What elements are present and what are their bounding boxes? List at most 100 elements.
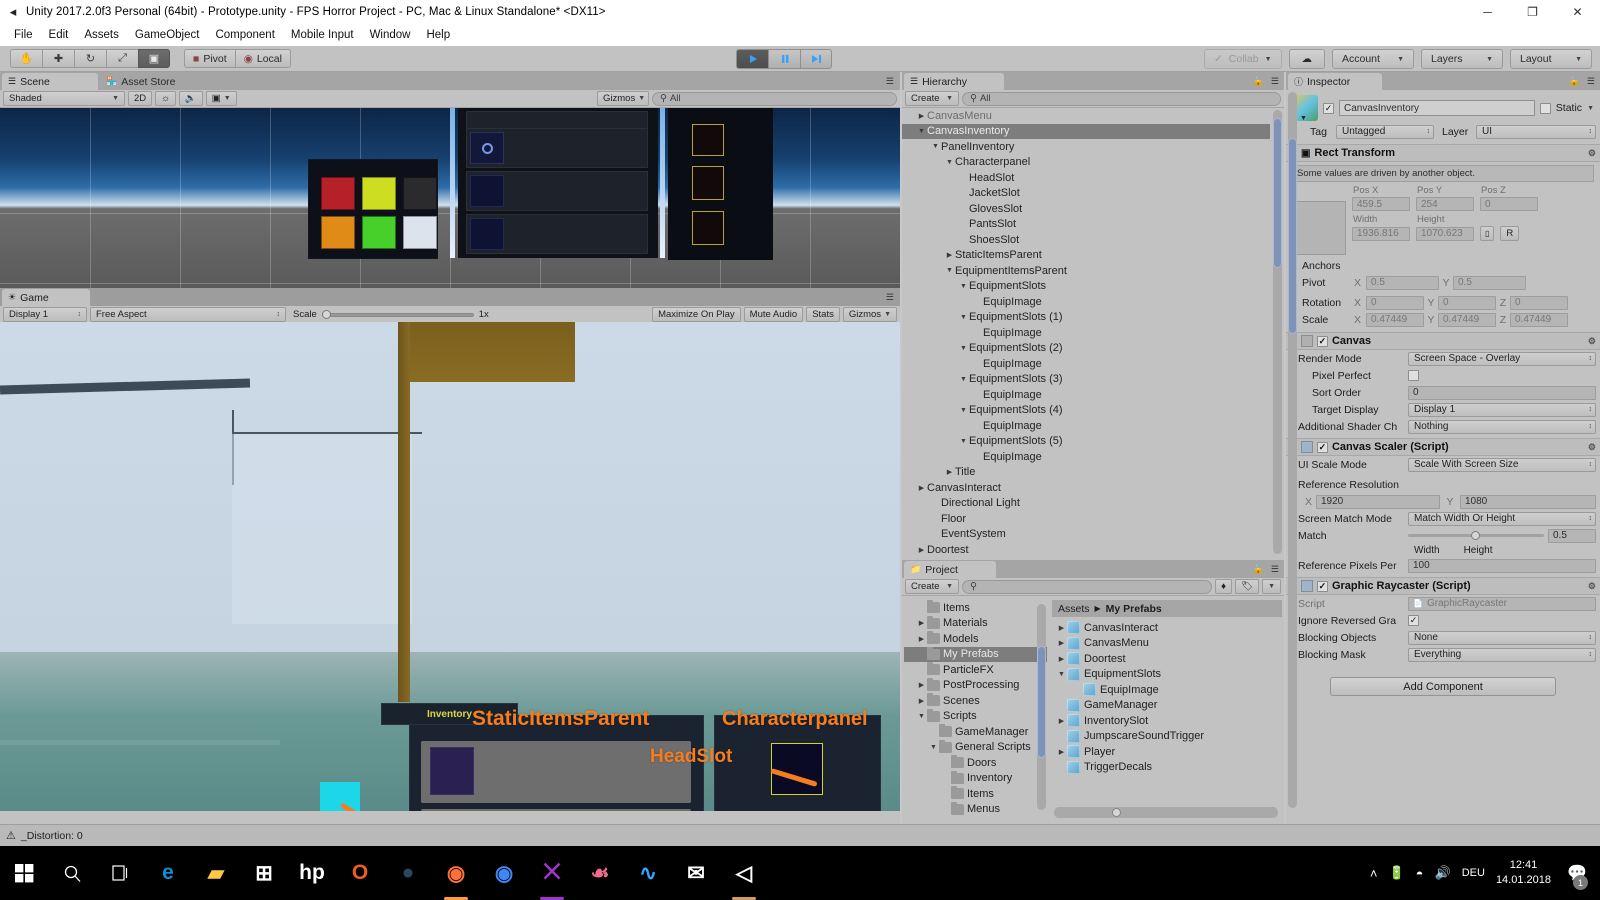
canvas-component-header[interactable]: ▼ ✓ Canvas ⚙ xyxy=(1286,332,1600,350)
menu-gameobject[interactable]: GameObject xyxy=(127,27,208,43)
pixel-perfect-checkbox[interactable] xyxy=(1408,370,1419,381)
rot-z-field[interactable]: 0 xyxy=(1510,295,1568,310)
inspector-panel-menu-icon[interactable]: ☰ xyxy=(1587,76,1595,87)
chevron-right-icon[interactable]: ▶ xyxy=(916,546,927,554)
reference-ppu-field[interactable]: 100 xyxy=(1408,558,1596,573)
hierarchy-item[interactable]: ▼ EquipmentItemsParent xyxy=(902,263,1270,279)
ref-x-field[interactable]: 1920 xyxy=(1316,494,1440,509)
shader-channels-dropdown[interactable]: Nothing ↕ xyxy=(1408,419,1596,434)
menu-help[interactable]: Help xyxy=(418,27,458,43)
pos-x-field[interactable]: 459.5 xyxy=(1352,197,1410,211)
taskbar-microsoft-store-button[interactable]: ⊞ xyxy=(240,846,288,900)
taskbar-chrome-button[interactable]: ◉ xyxy=(480,846,528,900)
game-panel-menu-icon[interactable]: ☰ xyxy=(886,292,894,303)
scene-fx-button[interactable]: ▣ ▼ xyxy=(205,91,237,106)
hierarchy-item[interactable]: ▶ Title xyxy=(902,465,1270,481)
scene-viewport[interactable] xyxy=(0,108,900,288)
chevron-down-icon[interactable]: ▼ xyxy=(958,345,969,352)
hierarchy-item[interactable]: ▼ EquipmentSlots (5) xyxy=(902,434,1270,450)
project-folder-item[interactable]: ▶ Materials xyxy=(904,615,1047,632)
project-folder-item[interactable]: ▶GameManager xyxy=(904,724,1047,740)
scale-slider-group[interactable]: Scale 1x xyxy=(293,309,489,320)
project-asset-item[interactable]: ▶GameManager xyxy=(1052,698,1282,714)
project-folder-tree[interactable]: ▶Items▶Materials▶Models▶My Prefabs▶Parti… xyxy=(904,600,1047,820)
clock[interactable]: 12:41 14.01.2018 xyxy=(1496,858,1551,888)
tray-expand-chevron-icon[interactable]: ˄ xyxy=(1370,866,1378,881)
pos-z-field[interactable]: 0 xyxy=(1480,197,1538,211)
language-indicator[interactable]: DEU xyxy=(1462,867,1485,879)
render-mode-dropdown[interactable]: Screen Space - Overlay ↕ xyxy=(1408,351,1596,366)
pos-y-field[interactable]: 254 xyxy=(1416,197,1474,211)
hierarchy-item[interactable]: ▼ CanvasInventory xyxy=(902,123,1270,139)
hierarchy-item[interactable]: ▼ Characterpanel xyxy=(902,155,1270,171)
hierarchy-lock-icon[interactable]: 🔓 xyxy=(1253,76,1264,87)
filter-by-type-button[interactable]: ♦ xyxy=(1215,579,1232,594)
project-panel-menu-icon[interactable]: ☰ xyxy=(1271,564,1279,575)
taskbar-file-explorer-button[interactable]: ▰ xyxy=(192,846,240,900)
chevron-down-icon[interactable]: ▼ xyxy=(916,128,927,135)
shading-mode-dropdown[interactable]: Shaded ▼ xyxy=(3,91,125,106)
hierarchy-item[interactable]: ▶Directional Light xyxy=(902,496,1270,512)
taskbar-photoshop-button[interactable]: ∿ xyxy=(624,846,672,900)
taskbar-edge-button[interactable]: e xyxy=(144,846,192,900)
local-toggle-button[interactable]: ◉ Local xyxy=(234,49,291,68)
scene-lighting-button[interactable]: ☼ xyxy=(155,91,176,106)
chevron-down-icon[interactable]: ▼ xyxy=(958,376,969,383)
project-folders-scroll-thumb[interactable] xyxy=(1037,646,1046,758)
tag-dropdown[interactable]: Untagged ↕ xyxy=(1336,124,1434,139)
chevron-right-icon[interactable]: ▶ xyxy=(944,251,955,259)
taskbar-steam-button[interactable]: ● xyxy=(384,846,432,900)
hierarchy-item[interactable]: ▶ShoesSlot xyxy=(902,232,1270,248)
graphic-raycaster-header[interactable]: ▼ ✓ Graphic Raycaster (Script) ⚙ xyxy=(1286,577,1600,595)
start-button[interactable] xyxy=(0,846,48,900)
project-asset-item[interactable]: ▶TriggerDecals xyxy=(1052,760,1282,776)
tab-hierarchy[interactable]: ☰ Hierarchy xyxy=(904,73,1004,90)
scale-z-field[interactable]: 0.47449 xyxy=(1510,312,1568,327)
hierarchy-item[interactable]: ▶ CanvasInteract xyxy=(902,480,1270,496)
taskbar-opera-button[interactable]: O xyxy=(336,846,384,900)
project-folder-item[interactable]: ▶ParticleFX xyxy=(904,662,1047,678)
hierarchy-scroll-thumb[interactable] xyxy=(1273,118,1282,268)
project-folder-item[interactable]: ▶ PostProcessing xyxy=(904,677,1047,694)
ui-scale-mode-dropdown[interactable]: Scale With Screen Size ↕ xyxy=(1408,457,1596,472)
chevron-right-icon[interactable]: ▶ xyxy=(1056,639,1067,647)
hierarchy-tree[interactable]: ▶ CanvasMenu ▼ CanvasInventory ▼ PanelInvento… xyxy=(902,108,1270,560)
hierarchy-item[interactable]: ▶GlovesSlot xyxy=(902,201,1270,217)
project-folder-item[interactable]: ▶Items xyxy=(904,600,1047,616)
project-folder-item[interactable]: ▶Items xyxy=(904,786,1047,802)
hierarchy-item[interactable]: ▼ PanelInventory xyxy=(902,139,1270,155)
chevron-right-icon[interactable]: ▶ xyxy=(916,112,927,120)
menu-window[interactable]: Window xyxy=(362,27,419,43)
rect-tool-button[interactable]: ▣ xyxy=(138,49,170,68)
chevron-right-icon[interactable]: ▶ xyxy=(1056,748,1067,756)
chevron-down-icon[interactable]: ▼ xyxy=(958,314,969,321)
search-button[interactable] xyxy=(48,846,96,900)
layer-dropdown[interactable]: UI ↕ xyxy=(1476,124,1596,139)
project-asset-item[interactable]: ▶JumpscareSoundTrigger xyxy=(1052,729,1282,745)
scale-y-field[interactable]: 0.47449 xyxy=(1438,312,1496,327)
game-viewport[interactable]: Inventory StaticItemsParent Characterpan… xyxy=(0,322,900,811)
chevron-down-icon[interactable]: ▼ xyxy=(944,267,955,274)
chevron-right-icon[interactable]: ▶ xyxy=(916,697,927,705)
minimize-button[interactable]: ─ xyxy=(1465,0,1510,24)
rect-transform-header[interactable]: ▼ ▣ Rect Transform ⚙ xyxy=(1286,144,1600,162)
graphic-raycaster-enabled-checkbox[interactable]: ✓ xyxy=(1316,580,1328,592)
chevron-down-icon[interactable]: ▼ xyxy=(930,143,941,150)
taskbar-visual-studio-button[interactable]: ⨉ xyxy=(528,846,576,900)
anchor-preset-box[interactable] xyxy=(1292,201,1346,255)
width-field[interactable]: 1936.816 xyxy=(1352,226,1410,241)
project-asset-item[interactable]: ▶ InventorySlot xyxy=(1052,713,1282,729)
object-enabled-checkbox[interactable]: ✓ xyxy=(1323,102,1334,114)
tab-scene[interactable]: ☰ Scene xyxy=(2,73,98,90)
project-zoom-handle[interactable] xyxy=(1112,808,1121,817)
project-folder-item[interactable]: ▶Inventory xyxy=(904,770,1047,787)
hierarchy-item[interactable]: ▶ CanvasMenu xyxy=(902,108,1270,124)
play-button[interactable] xyxy=(736,49,768,69)
canvas-scaler-enabled-checkbox[interactable]: ✓ xyxy=(1316,441,1328,453)
project-folder-item[interactable]: ▶ Models xyxy=(904,631,1047,647)
taskbar-hp-button[interactable]: hp xyxy=(288,846,336,900)
blocking-mask-dropdown[interactable]: Everything ↕ xyxy=(1408,647,1596,662)
filter-by-label-button[interactable]: 🏷 xyxy=(1235,579,1260,594)
hierarchy-item[interactable]: ▶ StaticItemsParent xyxy=(902,248,1270,264)
canvas-enabled-checkbox[interactable]: ✓ xyxy=(1316,335,1328,347)
